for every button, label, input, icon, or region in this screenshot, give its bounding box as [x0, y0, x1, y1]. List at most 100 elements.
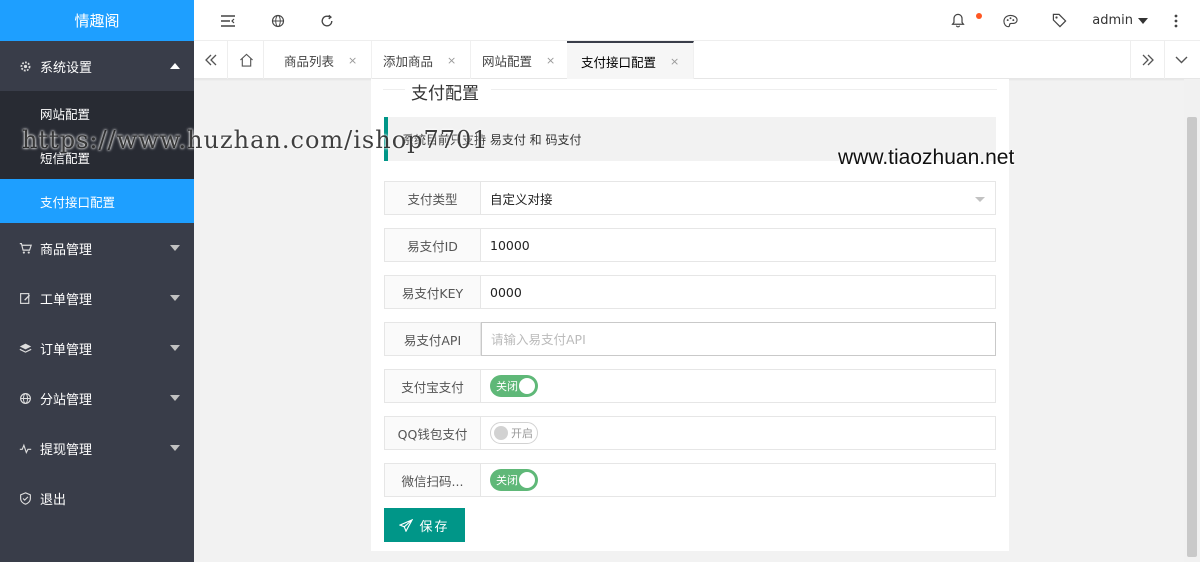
globe-icon: [18, 391, 32, 405]
close-icon[interactable]: ×: [670, 55, 679, 68]
epay-key-field-wrap: [481, 275, 996, 309]
sidebar-item-label: 商品管理: [40, 242, 93, 258]
sidebar-item-withdrawals[interactable]: 提现管理: [0, 423, 194, 473]
pulse-icon: [18, 441, 32, 455]
theme-palette-icon[interactable]: [1000, 0, 1020, 41]
qq-wallet-field-wrap: 开启: [481, 416, 996, 450]
chevron-down-icon: [170, 395, 180, 401]
top-header: admin: [194, 0, 1200, 41]
save-button[interactable]: 保存: [384, 508, 465, 542]
scrollbar-thumb[interactable]: [1187, 117, 1197, 557]
wechat-toggle[interactable]: 关闭: [490, 469, 538, 491]
sidebar-item-system-settings[interactable]: 系统设置: [0, 41, 194, 91]
sidebar-item-label: 分站管理: [40, 392, 93, 408]
watermark-right: www.tiaozhuan.net: [838, 146, 1015, 169]
more-vertical-icon[interactable]: [1168, 0, 1184, 41]
chevron-down-icon: [170, 445, 180, 451]
close-icon[interactable]: ×: [348, 54, 357, 67]
tabs-scroll-right-icon[interactable]: [1130, 41, 1164, 79]
divider: [383, 89, 405, 90]
layers-icon: [18, 341, 32, 355]
qq-wallet-label: QQ钱包支付: [384, 416, 481, 450]
pay-type-select[interactable]: 自定义对接: [481, 181, 996, 215]
epay-id-input[interactable]: [490, 237, 995, 253]
switch-knob: [494, 426, 508, 440]
sidebar-item-label: 提现管理: [40, 442, 93, 458]
cart-icon: [18, 241, 32, 255]
tabs-dropdown-icon[interactable]: [1164, 41, 1198, 79]
tab-site-config[interactable]: 网站配置 ×: [468, 41, 571, 79]
close-icon[interactable]: ×: [447, 54, 456, 67]
sidebar-subitem-payment-config[interactable]: 支付接口配置: [0, 179, 194, 223]
epay-id-label: 易支付ID: [384, 228, 481, 262]
app-logo[interactable]: 情趣阁: [0, 0, 194, 41]
gear-icon: [18, 59, 32, 73]
sidebar-item-label: 订单管理: [40, 342, 93, 358]
pay-type-value: 自定义对接: [490, 191, 553, 207]
shield-icon: [18, 491, 32, 505]
sidebar: 情趣阁 系统设置 网站配置 短信配置 支付接口配置 商品管理 工单管理 订单管理: [0, 0, 194, 562]
sidebar-item-substations[interactable]: 分站管理: [0, 373, 194, 423]
form-row-alipay: 支付宝支付 关闭: [384, 369, 996, 403]
alipay-toggle[interactable]: 关闭: [490, 375, 538, 397]
form-row-epay-api: 易支付API: [384, 322, 996, 356]
sidebar-item-label: 系统设置: [40, 60, 93, 76]
chevron-down-icon: [170, 295, 180, 301]
pay-type-label: 支付类型: [384, 181, 481, 215]
wechat-label: 微信扫码...: [384, 463, 481, 497]
switch-text: 开启: [511, 427, 533, 440]
user-menu[interactable]: admin: [1092, 0, 1148, 41]
divider: [491, 89, 997, 90]
epay-api-field-wrap: [481, 322, 996, 356]
menu-toggle-icon[interactable]: [218, 0, 238, 41]
user-name: admin: [1092, 13, 1133, 28]
tab-label: 网站配置: [482, 53, 533, 69]
tab-add-goods[interactable]: 添加商品 ×: [369, 41, 472, 79]
chevron-down-icon: [170, 345, 180, 351]
sidebar-item-tickets[interactable]: 工单管理: [0, 273, 194, 323]
sidebar-item-label: 退出: [40, 492, 67, 508]
notification-dot: [976, 13, 982, 19]
epay-key-label: 易支付KEY: [384, 275, 481, 309]
globe-icon[interactable]: [268, 0, 288, 41]
form-row-epay-id: 易支付ID: [384, 228, 996, 262]
caret-down-icon: [975, 197, 985, 202]
form-row-pay-type: 支付类型 自定义对接: [384, 181, 996, 215]
send-icon: [399, 518, 414, 532]
refresh-icon[interactable]: [317, 0, 337, 41]
tabs-scroll-left-icon[interactable]: [194, 41, 228, 79]
page-tabs: 商品列表 × 添加商品 × 网站配置 × 支付接口配置 ×: [194, 41, 1200, 79]
sidebar-item-orders[interactable]: 订单管理: [0, 323, 194, 373]
close-icon[interactable]: ×: [546, 54, 555, 67]
form-row-epay-key: 易支付KEY: [384, 275, 996, 309]
vertical-scrollbar[interactable]: [1184, 79, 1200, 562]
epay-api-label: 易支付API: [384, 322, 481, 356]
chevron-down-icon: [170, 245, 180, 251]
tab-goods-list[interactable]: 商品列表 ×: [270, 41, 373, 79]
switch-text: 关闭: [496, 474, 518, 487]
switch-text: 关闭: [496, 380, 518, 393]
tab-label: 支付接口配置: [581, 54, 657, 70]
epay-key-input[interactable]: [490, 284, 995, 300]
alipay-field-wrap: 关闭: [481, 369, 996, 403]
epay-id-field-wrap: [481, 228, 996, 262]
sidebar-item-logout[interactable]: 退出: [0, 473, 194, 523]
section-title: 支付配置: [411, 84, 479, 104]
tab-label: 添加商品: [383, 53, 434, 69]
caret-down-icon: [1138, 17, 1148, 24]
epay-api-input[interactable]: [491, 331, 995, 347]
wechat-field-wrap: 关闭: [481, 463, 996, 497]
bell-icon[interactable]: [948, 0, 968, 41]
chevron-up-icon: [170, 63, 180, 69]
tab-payment-config[interactable]: 支付接口配置 ×: [567, 41, 695, 79]
tab-label: 商品列表: [284, 53, 335, 69]
save-label: 保存: [419, 519, 450, 535]
qq-wallet-toggle[interactable]: 开启: [490, 422, 538, 444]
home-icon[interactable]: [230, 41, 264, 79]
form-row-wechat: 微信扫码... 关闭: [384, 463, 996, 497]
switch-knob: [519, 378, 535, 394]
sidebar-item-goods[interactable]: 商品管理: [0, 223, 194, 273]
alipay-label: 支付宝支付: [384, 369, 481, 403]
tag-icon[interactable]: [1049, 0, 1069, 41]
watermark-left: https://www.huzhan.com/ishop7701: [22, 126, 489, 154]
